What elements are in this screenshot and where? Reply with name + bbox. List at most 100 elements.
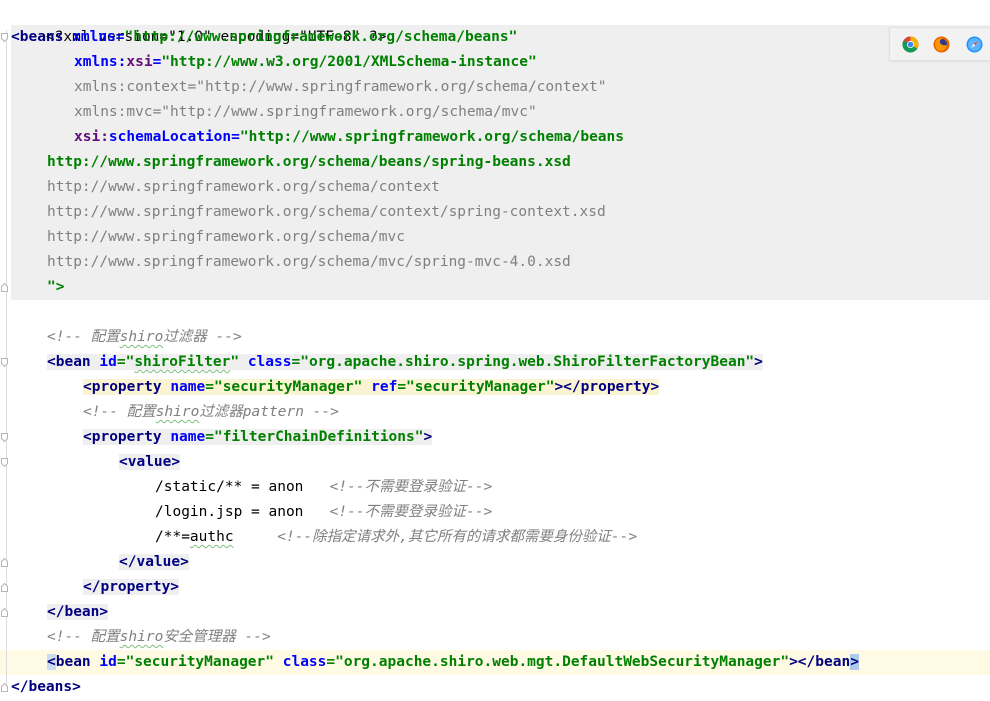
- xml-value: http://www.springframework.org/schema/co…: [47, 204, 606, 220]
- xml-tag: >: [423, 429, 433, 445]
- code-line[interactable]: <property name="filterChainDefinitions">: [83, 425, 433, 450]
- code-line[interactable]: http://www.springframework.org/schema/co…: [47, 200, 606, 225]
- xml-comment: <!-- 配置: [47, 329, 120, 345]
- code-line[interactable]: http://www.springframework.org/schema/mv…: [47, 250, 571, 275]
- xml-comment: 安全管理器 -->: [163, 629, 271, 645]
- fold-marker-icon[interactable]: [1, 458, 8, 467]
- code-line[interactable]: <!-- 配置shiro过滤器 -->: [47, 325, 242, 350]
- safari-icon[interactable]: [966, 36, 983, 53]
- xml-tag: </bean>: [47, 604, 109, 620]
- xml-value: http://www.springframework.org/schema/co…: [47, 179, 440, 195]
- xml-value: ="securityManager": [205, 379, 363, 395]
- browser-preview-bar: [889, 27, 990, 61]
- xml-comment: <!-- 配置: [83, 404, 156, 420]
- xml-tag: ></bean: [789, 654, 851, 670]
- xml-tag: <beans: [11, 29, 64, 45]
- matched-brace: >: [850, 654, 859, 670]
- fold-marker-icon[interactable]: [1, 558, 8, 567]
- xml-attribute: id: [99, 354, 117, 370]
- fold-marker-icon[interactable]: [1, 283, 8, 292]
- code-line[interactable]: xmlns:xsi="http://www.w3.org/2001/XMLSch…: [74, 50, 537, 75]
- xml-value: ="org.apache.shiro.web.mgt.DefaultWebSec…: [326, 654, 790, 670]
- code-line[interactable]: <?xml version="1.0" encoding="UTF-8" ?>: [11, 0, 386, 45]
- xml-attribute: ref: [371, 379, 398, 395]
- code-line[interactable]: <bean id="shiroFilter" class="org.apache…: [47, 350, 763, 375]
- code-line[interactable]: xsi:schemaLocation="http://www.springfra…: [74, 125, 624, 150]
- xml-tag: >: [754, 354, 763, 370]
- fold-marker-icon[interactable]: [1, 358, 8, 367]
- xml-text: /static/** = anon: [155, 479, 304, 495]
- xml-tag: </property>: [83, 579, 180, 595]
- xml-tag: </value>: [119, 554, 189, 570]
- xml-attribute: xmlns: [72, 29, 116, 45]
- xml-comment: <!-- 配置: [47, 629, 120, 645]
- code-line[interactable]: http://www.springframework.org/schema/mv…: [47, 225, 405, 250]
- xml-code-editor[interactable]: <?xml version="1.0" encoding="UTF-8" ?> …: [0, 0, 990, 701]
- xml-tag: <property: [83, 379, 162, 395]
- xml-value: =": [116, 354, 135, 370]
- unused-namespace: xmlns:context="http://www.springframewor…: [74, 79, 607, 95]
- code-line[interactable]: <!-- 配置shiro过滤器pattern -->: [83, 400, 339, 425]
- code-line[interactable]: http://www.springframework.org/schema/be…: [47, 150, 571, 175]
- xml-value: ">: [47, 279, 65, 295]
- xml-tag: ></property>: [554, 379, 660, 395]
- code-line[interactable]: </property>: [83, 575, 180, 600]
- chrome-icon[interactable]: [902, 36, 919, 53]
- xml-tag: <bean: [47, 354, 91, 370]
- xml-value: http://www.springframework.org/schema/mv…: [47, 254, 571, 270]
- fold-marker-icon[interactable]: [1, 33, 8, 42]
- fold-marker-icon[interactable]: [1, 583, 8, 592]
- xml-tag: <value>: [119, 454, 181, 470]
- xml-attribute: class: [282, 654, 327, 670]
- xml-value: ="securityManager": [397, 379, 555, 395]
- code-line[interactable]: xmlns:mvc="http://www.springframework.or…: [74, 100, 537, 125]
- xml-attribute: id: [99, 654, 117, 670]
- code-line[interactable]: </bean>: [47, 600, 109, 625]
- xml-comment: <!--除指定请求外,其它所有的请求都需要身份验证-->: [277, 529, 638, 545]
- unused-namespace: xmlns:mvc="http://www.springframework.or…: [74, 104, 537, 120]
- xml-value: shiroFilter: [134, 354, 231, 370]
- xml-tag: </beans>: [11, 679, 81, 695]
- fold-marker-icon[interactable]: [1, 683, 8, 692]
- code-line[interactable]: <beans xmlns="http://www.springframework…: [11, 25, 517, 50]
- code-line[interactable]: <bean id="securityManager" class="org.ap…: [47, 650, 859, 675]
- xml-text: authc: [189, 529, 234, 545]
- xml-attribute: name: [170, 379, 206, 395]
- code-line[interactable]: xmlns:context="http://www.springframewor…: [74, 75, 607, 100]
- xml-value: "http://www.springframework.org/schema/b…: [124, 29, 518, 45]
- code-line[interactable]: ">: [47, 275, 64, 300]
- code-line[interactable]: /login.jsp = anon <!--不需要登录验证-->: [155, 500, 492, 525]
- firefox-icon[interactable]: [933, 36, 950, 53]
- fold-marker-icon[interactable]: [1, 608, 8, 617]
- matched-brace: <: [47, 654, 56, 670]
- fold-marker-icon[interactable]: [1, 433, 8, 442]
- xml-attribute: class: [247, 354, 292, 370]
- xml-attribute: name: [170, 429, 206, 445]
- xml-value: http://www.springframework.org/schema/be…: [47, 154, 571, 170]
- xml-attribute: xmlns:: [74, 54, 127, 70]
- xml-value: ="filterChainDefinitions": [205, 429, 424, 445]
- xml-comment: <!--不需要登录验证-->: [329, 504, 493, 520]
- xml-tag: bean: [55, 654, 91, 670]
- code-line[interactable]: <!-- 配置shiro安全管理器 -->: [47, 625, 271, 650]
- xml-tag: <property: [83, 429, 162, 445]
- xml-value: ": [230, 354, 240, 370]
- code-line[interactable]: </value>: [119, 550, 189, 575]
- xml-text: /**=: [155, 529, 190, 545]
- xml-comment: <!--不需要登录验证-->: [329, 479, 493, 495]
- xml-namespace: xsi: [126, 54, 153, 70]
- xml-namespace: xsi:: [74, 129, 109, 145]
- xml-value: "http://www.springframework.org/schema/b…: [239, 129, 624, 145]
- xml-comment: 过滤器 -->: [163, 329, 242, 345]
- xml-value: "http://www.w3.org/2001/XMLSchema-instan…: [161, 54, 537, 70]
- xml-attribute: schemaLocation: [108, 129, 232, 145]
- code-line[interactable]: <value>: [119, 450, 181, 475]
- xml-value: ="securityManager": [116, 654, 274, 670]
- code-line[interactable]: /static/** = anon <!--不需要登录验证-->: [155, 475, 492, 500]
- code-line[interactable]: /**=authc <!--除指定请求外,其它所有的请求都需要身份验证-->: [155, 525, 637, 550]
- xml-value: ="org.apache.shiro.spring.web.ShiroFilte…: [291, 354, 755, 370]
- xml-text: /login.jsp = anon: [155, 504, 304, 520]
- code-line[interactable]: <property name="securityManager" ref="se…: [83, 375, 660, 400]
- code-line[interactable]: </beans>: [11, 675, 81, 700]
- code-line[interactable]: http://www.springframework.org/schema/co…: [47, 175, 440, 200]
